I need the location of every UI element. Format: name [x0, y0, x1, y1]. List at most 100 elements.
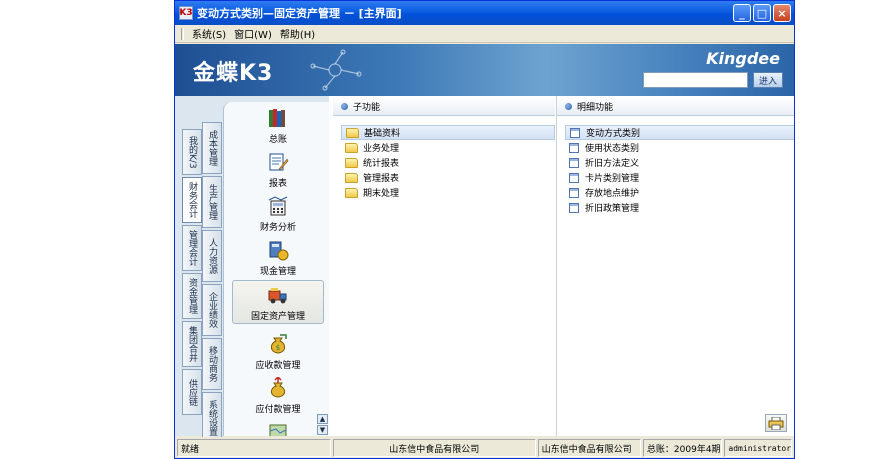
- detail-item-depreciation-policy[interactable]: 折旧政策管理: [565, 200, 794, 215]
- subfunction-label: 业务处理: [363, 144, 400, 154]
- document-icon: [569, 157, 579, 168]
- bullet-icon: [341, 103, 348, 110]
- module-fixed-assets[interactable]: 固定资产管理: [232, 280, 324, 324]
- subfunction-item-statistics[interactable]: 统计报表: [341, 155, 555, 170]
- detail-item-card-category[interactable]: 卡片类别管理: [565, 170, 794, 185]
- panel-divider: [556, 96, 557, 436]
- menu-window[interactable]: 窗口(W): [234, 26, 272, 41]
- tab-enterprise-performance[interactable]: 企业绩效: [202, 284, 222, 336]
- module-partial[interactable]: [232, 418, 324, 436]
- truck-icon: [268, 288, 287, 304]
- tab-fund-management[interactable]: 资金管理: [182, 273, 202, 319]
- folder-icon: [345, 157, 358, 168]
- detail-label: 折旧政策管理: [585, 204, 640, 214]
- bullet-icon: [565, 103, 572, 110]
- menu-help[interactable]: 帮助(H): [280, 26, 315, 41]
- folder-icon: [345, 172, 358, 183]
- money-bag-icon: $: [270, 334, 287, 354]
- detail-label: 存放地点维护: [585, 189, 640, 199]
- module-scroll-buttons: ▲ ▼: [317, 414, 328, 436]
- detail-label: 卡片类别管理: [585, 174, 640, 184]
- tab-my-k3[interactable]: 我的K/3: [182, 129, 202, 175]
- module-list: 总账 报表 财务分析 现金管理 固定资产管理 $ 应收款管理 应付款管理: [223, 102, 329, 436]
- status-bar: 就绪 山东信中食品有限公司 山东信中食品有限公司 总账：2009年4期 admi…: [175, 437, 794, 458]
- print-button[interactable]: [765, 414, 787, 432]
- document-icon: [569, 187, 579, 198]
- navigation-panel: 我的K/3 财务会计 管理会计 资金管理 集团合并 供应链 成本管理 生产管理 …: [175, 96, 329, 444]
- tab-financial-accounting[interactable]: 财务会计: [182, 177, 202, 223]
- module-cash-management[interactable]: 现金管理: [232, 236, 324, 280]
- tab-human-resources[interactable]: 人力资源: [202, 230, 222, 282]
- detail-item-usage-status[interactable]: 使用状态类别: [565, 140, 794, 155]
- detail-item-location[interactable]: 存放地点维护: [565, 185, 794, 200]
- subfunction-header: 子功能: [333, 98, 555, 116]
- subfunction-item-basic-data[interactable]: 基础资料: [341, 125, 555, 140]
- module-label: 总账: [268, 135, 287, 145]
- menu-grip: [181, 27, 184, 40]
- app-icon: K3: [179, 6, 193, 20]
- app-window: K3 变动方式类别—固定资产管理 － [主界面] _ □ × 系统(S) 窗口(…: [174, 0, 795, 459]
- report-edit-icon: [269, 153, 289, 171]
- tab-management-accounting[interactable]: 管理会计: [182, 225, 202, 271]
- nav-tabs-right: 成本管理 生产管理 人力资源 企业绩效 移动商务 系统设置: [202, 122, 222, 446]
- network-decoration-icon: [310, 49, 362, 91]
- detail-header-label: 明细功能: [577, 103, 614, 113]
- tab-production-management[interactable]: 生产管理: [202, 176, 222, 228]
- window-controls: _ □ ×: [733, 4, 791, 22]
- module-financial-analysis[interactable]: 财务分析: [232, 192, 324, 236]
- minimize-button[interactable]: _: [733, 4, 751, 22]
- window-title: 变动方式类别—固定资产管理 － [主界面]: [197, 7, 402, 20]
- maximize-button[interactable]: □: [753, 4, 771, 22]
- status-user: administrator: [724, 439, 792, 457]
- close-button[interactable]: ×: [773, 4, 791, 22]
- scroll-down-button[interactable]: ▼: [317, 425, 328, 435]
- tab-group-consolidation[interactable]: 集团合并: [182, 321, 202, 367]
- detail-list: 变动方式类别 使用状态类别 折旧方法定义 卡片类别管理 存放地点维护 折旧政策管…: [565, 125, 794, 215]
- subfunction-label: 期末处理: [363, 189, 400, 199]
- module-receivables[interactable]: $ 应收款管理: [232, 330, 324, 374]
- subfunction-label: 基础资料: [364, 129, 401, 139]
- module-label: 现金管理: [259, 267, 296, 277]
- module-label: 报表: [268, 179, 287, 189]
- detail-header: 明细功能: [557, 98, 794, 116]
- tab-mobile-commerce[interactable]: 移动商务: [202, 338, 222, 390]
- document-icon: [569, 142, 579, 153]
- search-input[interactable]: [643, 72, 748, 88]
- subfunction-label: 管理报表: [363, 174, 400, 184]
- cash-calculator-icon: [269, 241, 289, 261]
- folder-icon: [345, 142, 358, 153]
- module-payables[interactable]: 应付款管理: [232, 374, 324, 418]
- books-icon: [269, 109, 285, 127]
- main-workarea: 我的K/3 财务会计 管理会计 资金管理 集团合并 供应链 成本管理 生产管理 …: [175, 96, 794, 444]
- scroll-up-button[interactable]: ▲: [317, 414, 328, 424]
- subfunction-item-period-end[interactable]: 期末处理: [341, 185, 555, 200]
- k3-logo: 金蝶K3: [193, 61, 274, 86]
- module-reports[interactable]: 报表: [232, 148, 324, 192]
- enter-button[interactable]: 进入: [753, 72, 783, 88]
- module-label: 应付款管理: [255, 405, 301, 415]
- status-company: 山东信中食品有限公司: [332, 439, 536, 457]
- svg-text:$: $: [276, 344, 280, 352]
- folder-icon: [345, 187, 358, 198]
- subfunction-item-mgmt-reports[interactable]: 管理报表: [341, 170, 555, 185]
- detail-item-change-type[interactable]: 变动方式类别: [565, 125, 794, 140]
- module-label: 财务分析: [259, 223, 296, 233]
- document-icon: [570, 127, 580, 138]
- document-icon: [569, 202, 579, 213]
- tab-supply-chain[interactable]: 供应链: [182, 369, 202, 415]
- title-bar[interactable]: K3 变动方式类别—固定资产管理 － [主界面] _ □ ×: [175, 1, 794, 25]
- nav-tabs-left: 我的K/3 财务会计 管理会计 资金管理 集团合并 供应链: [182, 129, 202, 417]
- status-company-account: 山东信中食品有限公司: [537, 439, 641, 457]
- map-icon: [269, 424, 287, 436]
- menu-system[interactable]: 系统(S): [192, 26, 226, 41]
- detail-label: 折旧方法定义: [585, 159, 640, 169]
- subfunction-item-business[interactable]: 业务处理: [341, 140, 555, 155]
- detail-label: 变动方式类别: [586, 129, 641, 139]
- tab-cost-management[interactable]: 成本管理: [202, 122, 222, 174]
- module-label: 固定资产管理: [250, 312, 305, 322]
- document-icon: [569, 172, 579, 183]
- detail-item-depreciation-method[interactable]: 折旧方法定义: [565, 155, 794, 170]
- module-general-ledger[interactable]: 总账: [232, 104, 324, 148]
- subfunction-list: 基础资料 业务处理 统计报表 管理报表 期末处理: [341, 125, 555, 200]
- printer-icon: [768, 416, 784, 430]
